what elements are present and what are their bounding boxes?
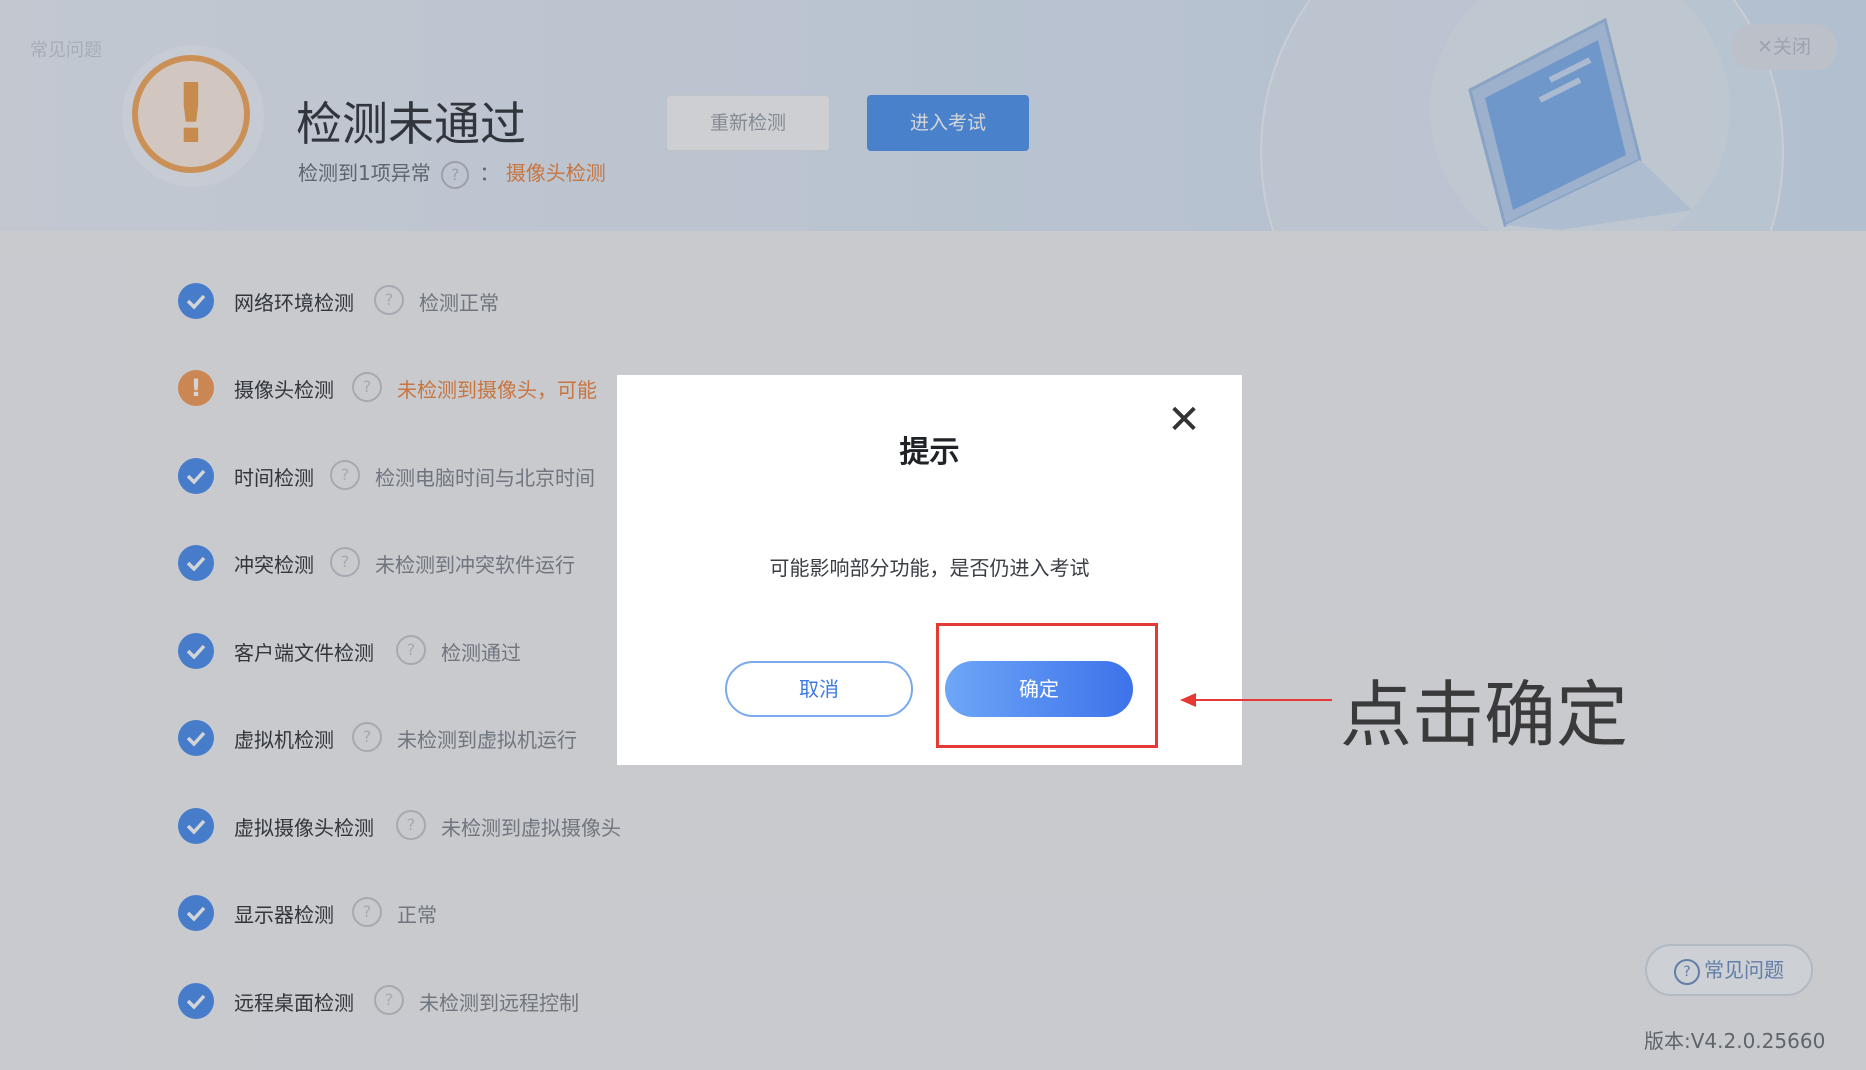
dialog-title: 提示 [899,435,960,470]
annotation-callout: 点击确定 [1340,673,1629,757]
cancel-button[interactable]: 取消 [725,661,913,717]
highlight-box [936,623,1158,748]
dialog-message: 可能影响部分功能，是否仍进入考试 [769,556,1090,580]
arrow-left-icon [1180,693,1332,707]
